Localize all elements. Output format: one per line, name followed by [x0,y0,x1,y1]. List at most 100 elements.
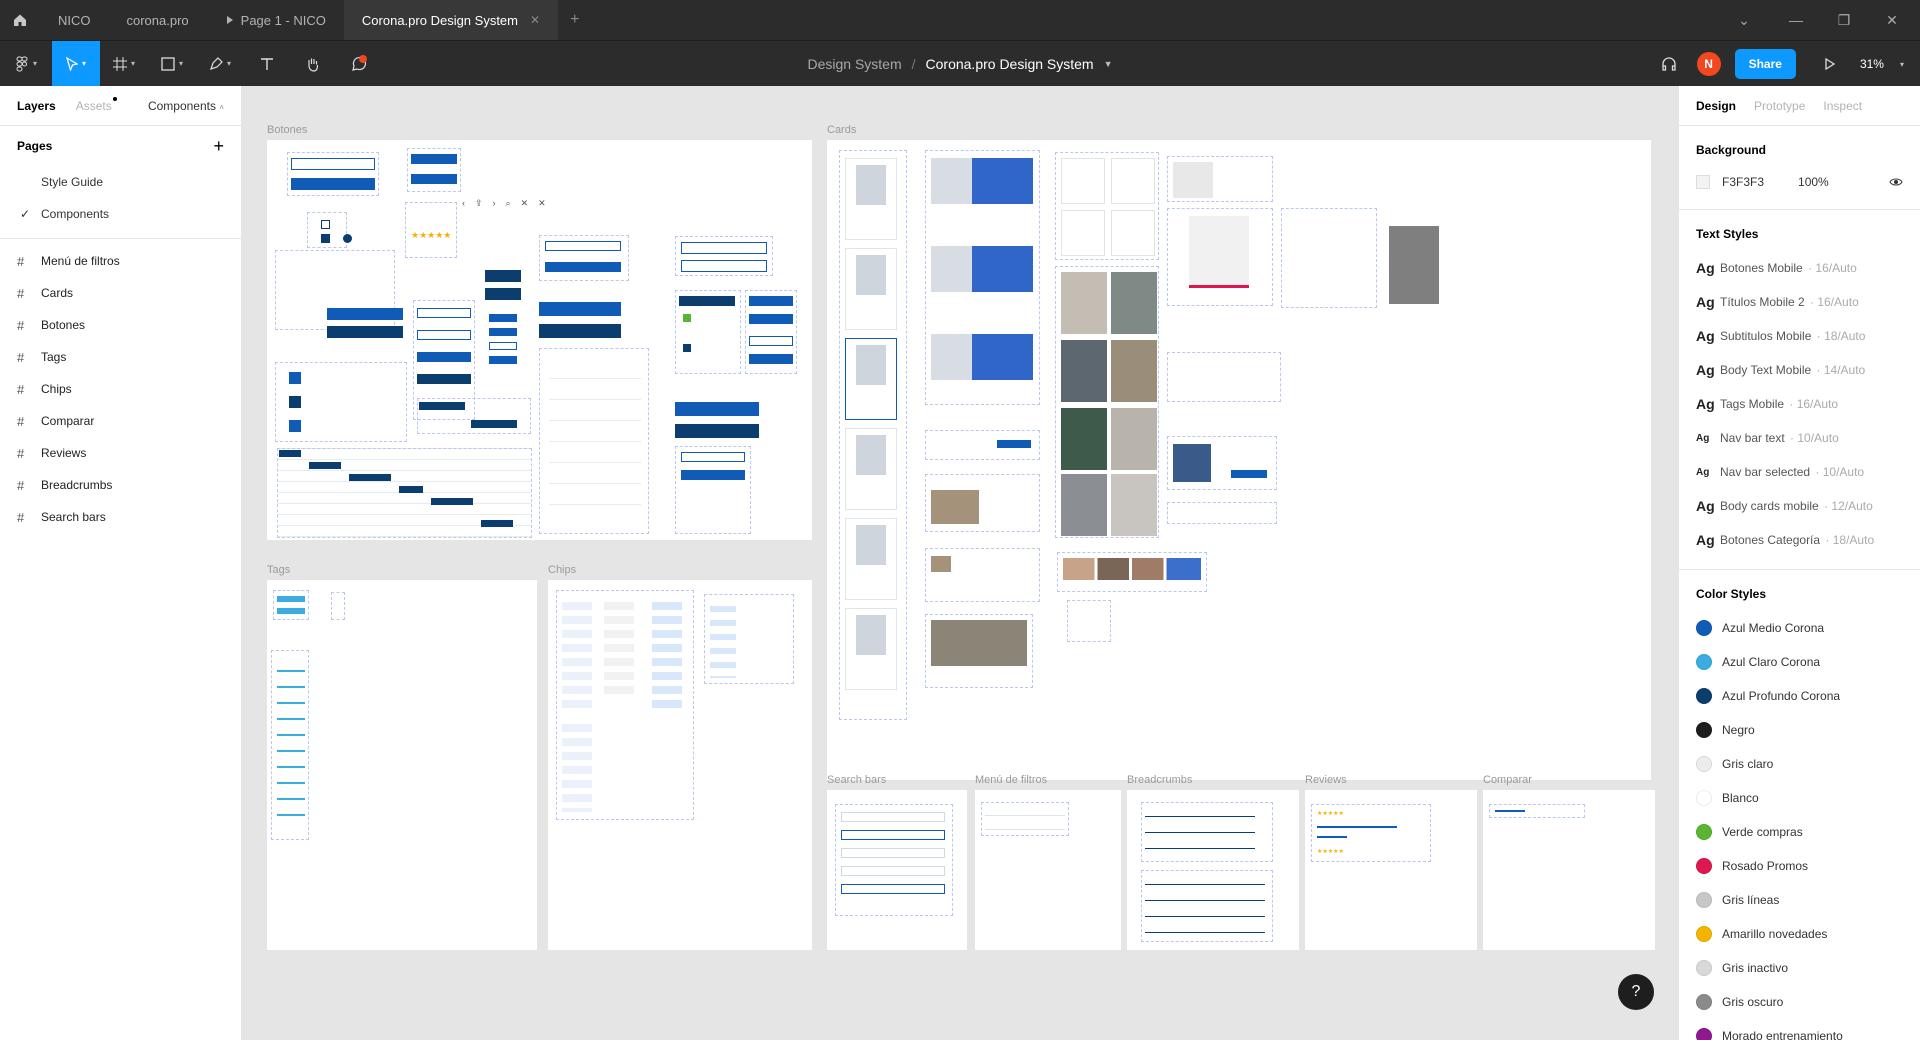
frame-label-comparar[interactable]: Comparar [1483,774,1532,786]
text-style-item[interactable]: Ag Títulos Mobile 2 · 16/Auto [1679,285,1920,319]
layer-item-reviews[interactable]: # Reviews [0,437,241,469]
frame-label-breadcrumbs[interactable]: Breadcrumbs [1127,774,1192,786]
color-style-item[interactable]: Amarillo novedades [1679,917,1920,951]
tab-nico[interactable]: NICO [40,0,109,40]
help-button[interactable]: ? [1618,974,1654,1010]
color-style-item[interactable]: Azul Profundo Corona [1679,679,1920,713]
layer-item-botones[interactable]: # Botones [0,309,241,341]
color-style-item[interactable]: Gris oscuro [1679,985,1920,1019]
restore-icon[interactable]: ❐ [1824,0,1864,40]
layer-item-comparar[interactable]: # Comparar [0,405,241,437]
headphones-icon[interactable] [1661,56,1677,72]
frame-breadcrumbs[interactable] [1127,790,1299,950]
layer-item-tags[interactable]: # Tags [0,341,241,373]
radio-checked-icon [343,234,352,243]
color-style-item[interactable]: Blanco [1679,781,1920,815]
text-style-item[interactable]: Ag Body cards mobile · 12/Auto [1679,489,1920,523]
color-style-item[interactable]: Gris líneas [1679,883,1920,917]
color-style-item[interactable]: Verde compras [1679,815,1920,849]
color-style-item[interactable]: Azul Medio Corona [1679,611,1920,645]
frame-botones[interactable]: ★★★★★ ‹ ⇪ › ⌕ ✕ ✕ [267,140,812,540]
checkbox-checked-icon [683,314,691,322]
color-style-item[interactable]: Rosado Promos [1679,849,1920,883]
frame-label-search-bars[interactable]: Search bars [827,774,886,786]
color-style-item[interactable]: Gris claro [1679,747,1920,781]
color-style-item[interactable]: Morado entrenamiento [1679,1019,1920,1040]
layer-item-menu-filtros[interactable]: # Menú de filtros [0,245,241,277]
frame-label-botones[interactable]: Botones [267,124,307,136]
home-icon[interactable] [0,0,40,40]
background-opacity[interactable]: 100% [1798,175,1829,189]
canvas[interactable]: Botones ★★★★★ ‹ ⇪ › ⌕ ✕ ✕ Cards Tags Chi… [242,86,1678,1040]
layer-item-cards[interactable]: # Cards [0,277,241,309]
tab-page-1-nico[interactable]: Page 1 - NICO [207,0,344,40]
tab-assets[interactable]: Assets [76,96,117,113]
tab-design-system[interactable]: Corona.pro Design System ✕ [343,0,559,40]
text-tool-button[interactable] [244,41,290,87]
comment-tool-button[interactable] [336,41,382,87]
frame-search-bars[interactable] [827,790,967,950]
text-style-item[interactable]: Ag Subtitulos Mobile · 18/Auto [1679,319,1920,353]
components-dropdown[interactable]: Components ˄ [148,99,224,113]
frame-tags[interactable] [267,580,537,950]
zoom-level[interactable]: 31% [1860,57,1884,71]
background-hex[interactable]: F3F3F3 [1722,175,1764,189]
visibility-eye-icon[interactable] [1889,175,1903,190]
color-style-item[interactable]: Negro [1679,713,1920,747]
file-name[interactable]: Corona.pro Design System [926,56,1094,72]
new-tab-icon[interactable]: + [558,11,591,29]
tab-layers[interactable]: Layers [17,99,56,113]
share-button[interactable]: Share [1734,49,1796,79]
frame-label-reviews[interactable]: Reviews [1305,774,1347,786]
frame-label-chips[interactable]: Chips [548,564,576,576]
shape-tool-button[interactable]: ▾ [148,41,196,87]
frame-comparar[interactable] [1483,790,1655,950]
frame-label-cards[interactable]: Cards [827,124,856,136]
avatar[interactable]: N [1696,52,1721,76]
color-style-item[interactable]: Gris inactivo [1679,951,1920,985]
layer-item-breadcrumbs[interactable]: # Breadcrumbs [0,469,241,501]
layer-item-chips[interactable]: # Chips [0,373,241,405]
chevron-down-icon[interactable]: ▾ [1900,60,1904,69]
frame-reviews[interactable]: ★★★★★ ★★★★★ [1305,790,1477,950]
text-style-item[interactable]: Ag Nav bar text · 10/Auto [1679,421,1920,455]
text-style-item[interactable]: Ag Botones Categoría · 18/Auto [1679,523,1920,557]
chips-column [652,598,682,710]
minimize-icon[interactable]: — [1776,0,1816,40]
close-tab-icon[interactable]: ✕ [530,13,540,27]
page-item-components[interactable]: ✓ Components [0,198,241,230]
pen-tool-button[interactable]: ▾ [196,41,244,87]
background-swatch[interactable] [1696,175,1710,189]
main-menu-button[interactable]: ▾ [0,41,52,87]
layer-label: Menú de filtros [41,254,120,268]
color-style-item[interactable]: Azul Claro Corona [1679,645,1920,679]
close-window-icon[interactable]: ✕ [1872,0,1912,40]
text-style-meta: 10/Auto [1822,465,1865,479]
present-play-icon[interactable] [1824,58,1836,70]
add-page-icon[interactable]: + [213,136,224,157]
frame-chips[interactable] [548,580,812,950]
text-style-item[interactable]: Ag Tags Mobile · 16/Auto [1679,387,1920,421]
text-style-name: Body Text Mobile [1720,363,1812,377]
frame-menu-filtros[interactable] [975,790,1121,950]
project-name[interactable]: Design System [807,56,901,72]
tab-design[interactable]: Design [1696,99,1736,113]
frame-label-menu-filtros[interactable]: Menú de filtros [975,774,1047,786]
move-tool-button[interactable]: ▾ [52,40,100,87]
chevron-down-icon[interactable]: ⌄ [1724,0,1764,40]
tab-inspect[interactable]: Inspect [1823,99,1862,113]
layer-item-search-bars[interactable]: # Search bars [0,501,241,533]
text-style-item[interactable]: Ag Body Text Mobile · 14/Auto [1679,353,1920,387]
text-style-item[interactable]: Ag Botones Mobile · 16/Auto [1679,251,1920,285]
frame-label-tags[interactable]: Tags [267,564,290,576]
frame-tool-button[interactable]: ▾ [100,41,148,87]
chevron-down-icon[interactable]: ▼ [1104,59,1113,69]
page-item-style-guide[interactable]: Style Guide [0,166,241,198]
background-row[interactable]: F3F3F3 100% [1679,167,1920,197]
tab-prototype[interactable]: Prototype [1754,99,1805,113]
review-card-mock [1167,352,1281,402]
frame-cards[interactable] [827,140,1651,780]
hand-tool-button[interactable] [290,41,336,87]
tab-corona-pro[interactable]: corona.pro [109,0,207,40]
text-style-item[interactable]: Ag Nav bar selected · 10/Auto [1679,455,1920,489]
